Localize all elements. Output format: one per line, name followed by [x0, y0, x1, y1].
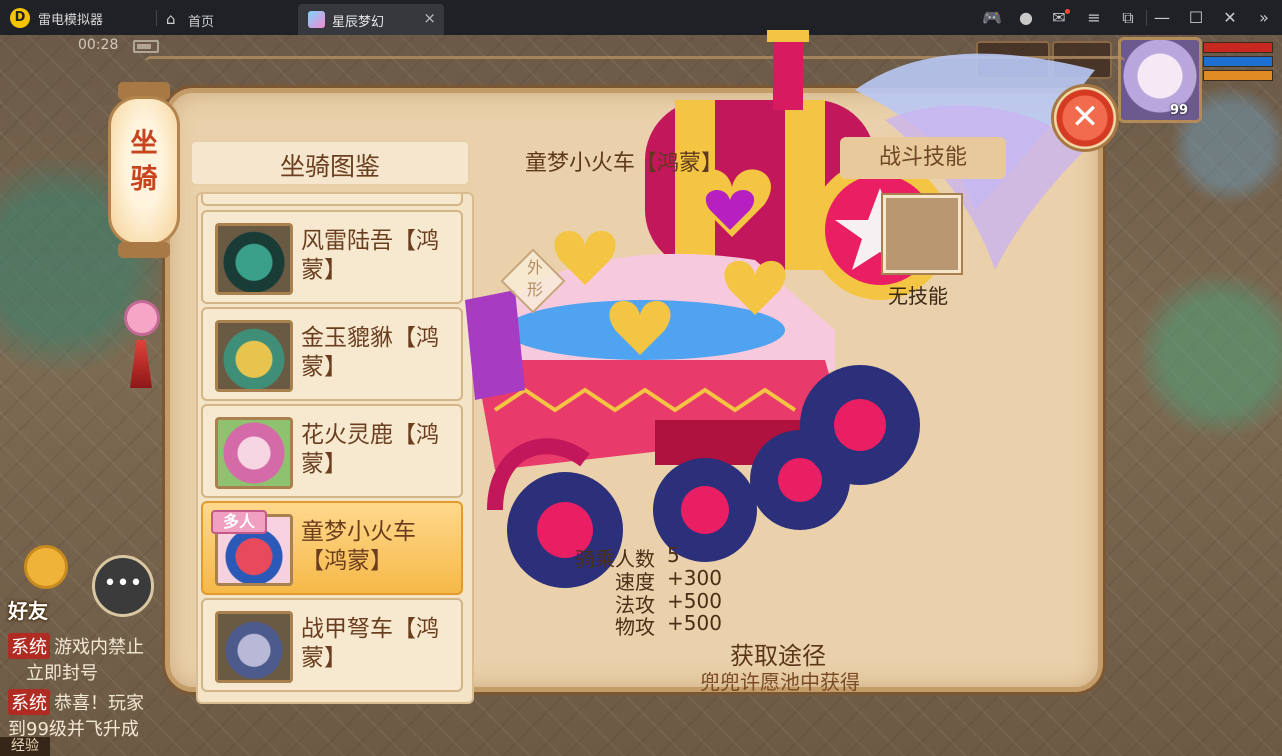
mount-preview-image — [465, 30, 1095, 588]
divider — [1146, 10, 1147, 26]
tab-home[interactable]: ⌂ 首页 — [162, 4, 292, 35]
skill-slot[interactable] — [883, 195, 961, 273]
notification-dot — [1065, 9, 1070, 14]
chat-bubble-icon: ••• — [103, 571, 143, 596]
mount-item-zhanjia-nuche[interactable]: 战甲弩车【鸿蒙】 — [201, 598, 463, 692]
battery-icon — [133, 40, 159, 53]
mount-name: 金玉貔貅【鸿蒙】 — [301, 325, 439, 380]
tab-game[interactable]: 星辰梦幻 × — [298, 4, 444, 35]
chat-button[interactable]: ••• — [92, 555, 154, 617]
mount-name: 战甲弩车【鸿蒙】 — [301, 616, 439, 671]
chat-text: 恭喜！玩家 — [54, 693, 144, 714]
maximize-icon[interactable]: ☐ — [1184, 6, 1208, 30]
chat-tag-system: 系统 — [8, 689, 50, 715]
list-title: 坐骑图鉴 — [279, 152, 380, 181]
minimize-icon[interactable]: — — [1150, 6, 1174, 30]
lantern-base — [118, 242, 170, 258]
friends-label: 好友 — [8, 599, 48, 623]
mp-bar — [1203, 56, 1273, 67]
mount-thumbnail — [215, 611, 293, 683]
stat-value-physical-attack: +500 — [667, 611, 722, 635]
stat-label-physical-attack: 物攻 — [615, 615, 655, 639]
close-icon[interactable]: ✕ — [1218, 6, 1242, 30]
player-level: 99 — [1170, 103, 1189, 118]
mount-item-huahuo-linglu[interactable]: 花火灵鹿【鸿蒙】 — [201, 404, 463, 498]
emulator-logo-icon: D — [10, 8, 30, 28]
exp-label: 经验 — [0, 737, 50, 756]
mount-item-fenglei-luwu[interactable]: 风雷陆吾【鸿蒙】 — [201, 210, 463, 304]
energy-bar — [1203, 70, 1273, 81]
mount-name: 风雷陆吾【鸿蒙】 — [301, 228, 439, 283]
stat-value-magic-attack: +500 — [667, 589, 722, 613]
gamepad-icon[interactable]: 🎮 — [980, 6, 1004, 30]
menu-icon[interactable]: ≡ — [1082, 6, 1106, 30]
category-title: 坐骑 — [130, 128, 158, 195]
chat-line: 系统 游戏内禁止 — [8, 633, 144, 659]
close-tab-icon[interactable]: × — [423, 9, 436, 27]
mount-name: 童梦小火车【鸿蒙】 — [301, 519, 416, 574]
obtain-source: 兜兜许愿池中获得 — [700, 670, 860, 694]
mount-item-jinyu-pixiu[interactable]: 金玉貔貅【鸿蒙】 — [201, 307, 463, 401]
knot-icon — [124, 300, 160, 336]
window-restore-icon[interactable]: ⧉ — [1116, 6, 1140, 30]
tassel-decoration — [120, 300, 164, 390]
divider — [156, 10, 157, 26]
hp-bar — [1203, 42, 1273, 53]
chat-line: 系统 恭喜！玩家 — [8, 689, 144, 715]
close-x-icon: ✕ — [1070, 97, 1100, 137]
chat-text: 立即封号 — [26, 663, 98, 684]
collapse-sidebar-icon[interactable]: » — [1252, 6, 1276, 30]
game-app-icon — [308, 11, 325, 28]
mount-thumbnail — [215, 417, 293, 489]
game-clock: 00:28 — [78, 37, 119, 53]
battle-skill-header: 战斗技能 — [840, 137, 1006, 179]
multi-rider-badge: 多人 — [211, 510, 267, 534]
stat-value-riders: 5 — [667, 543, 680, 567]
chat-line: 立即封号 — [26, 659, 98, 685]
mount-name: 花火灵鹿【鸿蒙】 — [301, 422, 439, 477]
stat-value-speed: +300 — [667, 566, 722, 590]
chat-text: 游戏内禁止 — [54, 637, 144, 658]
home-icon: ⌂ — [166, 10, 176, 28]
friends-icon — [24, 545, 68, 589]
user-icon[interactable]: ● — [1014, 6, 1038, 30]
appearance-label: 外形 — [526, 258, 543, 299]
mount-thumbnail — [215, 223, 293, 295]
selected-mount-name: 童梦小火车【鸿蒙】 — [525, 151, 724, 176]
close-dialog-button[interactable]: ✕ — [1051, 84, 1119, 152]
tassel-fringe — [130, 340, 152, 388]
app-title: 雷电模拟器 — [38, 13, 104, 28]
tab-home-label: 首页 — [188, 15, 215, 30]
mount-thumbnail — [215, 320, 293, 392]
no-skill-label: 无技能 — [888, 284, 948, 308]
mail-icon[interactable]: ✉ — [1047, 6, 1071, 30]
tab-game-label: 星辰梦幻 — [332, 15, 385, 30]
mount-item-tongmeng-train[interactable]: 多人 童梦小火车【鸿蒙】 — [201, 501, 463, 595]
list-item-partial[interactable] — [201, 194, 463, 206]
chat-tag-system: 系统 — [8, 633, 50, 659]
